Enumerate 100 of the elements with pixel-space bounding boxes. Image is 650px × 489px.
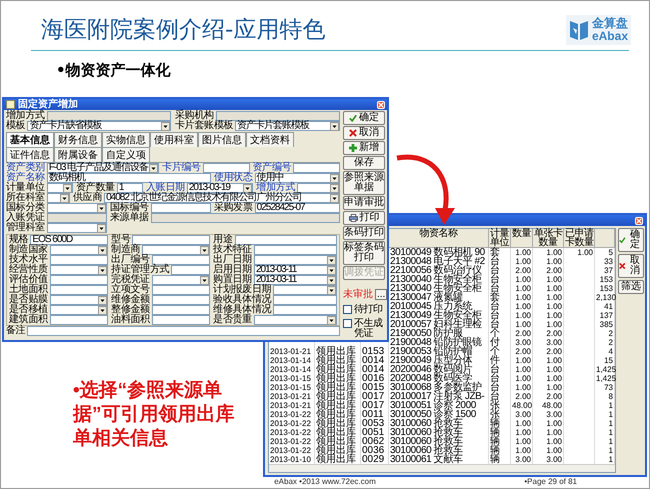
- tab[interactable]: 自定义项: [102, 147, 150, 162]
- close-button[interactable]: [377, 100, 385, 108]
- tab[interactable]: 使用科室: [150, 132, 198, 147]
- slide-title: 海医附院案例介绍-应用特色: [41, 16, 326, 45]
- input-field[interactable]: 1: [116, 183, 144, 193]
- dropdown-field[interactable]: [46, 223, 107, 233]
- input-field[interactable]: [273, 295, 337, 305]
- close-icon: [349, 129, 357, 137]
- toolbar-button[interactable]: 保存: [343, 156, 385, 170]
- dropdown-field[interactable]: [273, 285, 337, 295]
- dropdown-field[interactable]: 使用中: [254, 173, 340, 183]
- dropdown-field[interactable]: 2013-03-19: [186, 183, 254, 193]
- input-field[interactable]: EOS 600D: [30, 235, 108, 245]
- input-field[interactable]: [152, 305, 210, 315]
- input-field[interactable]: 数码相机: [46, 173, 211, 183]
- field-label: 技术水平: [9, 255, 48, 265]
- column-header[interactable]: 计量单位: [489, 229, 511, 248]
- tab[interactable]: 实物信息: [102, 132, 150, 147]
- input-field[interactable]: [152, 255, 210, 265]
- dropdown-field[interactable]: [297, 183, 340, 193]
- dropdown-field[interactable]: [50, 245, 108, 255]
- dialog-button[interactable]: 取消: [618, 254, 644, 278]
- toolbar-button[interactable]: 申请审批: [343, 196, 385, 210]
- table-cell: 1.00: [511, 446, 533, 455]
- dropdown-field[interactable]: [152, 275, 210, 285]
- toolbar-button[interactable]: 取消: [343, 126, 385, 140]
- dropdown-field[interactable]: [142, 245, 210, 255]
- table-cell: 1.00: [533, 365, 564, 374]
- dialog-button[interactable]: 确定: [618, 228, 644, 252]
- tab[interactable]: 财务信息: [54, 132, 102, 147]
- table-cell: 台: [489, 302, 511, 311]
- browse-button[interactable]: ...: [375, 288, 388, 300]
- tab[interactable]: 附属设备: [54, 147, 102, 162]
- toolbar-button[interactable]: 条码打印: [343, 226, 385, 240]
- column-header[interactable]: 已申请卡数量: [564, 229, 595, 248]
- dropdown-field[interactable]: [50, 295, 108, 305]
- table-cell: 0014: [361, 365, 389, 374]
- dropdown-field[interactable]: [50, 305, 108, 315]
- tab[interactable]: 文档资料: [246, 132, 294, 147]
- dropdown-field[interactable]: [46, 193, 70, 203]
- field-label: 资产类别: [6, 163, 45, 173]
- input-field[interactable]: [254, 245, 337, 255]
- table-cell: 领用出库: [315, 401, 361, 410]
- toolbar-button[interactable]: 参照来源单据: [343, 171, 385, 195]
- table-cell: 2: [595, 338, 615, 347]
- toolbar-button[interactable]: 打印: [343, 211, 385, 225]
- dropdown-field[interactable]: [46, 203, 107, 213]
- input-field[interactable]: [171, 265, 210, 275]
- column-header[interactable]: 单张卡数量: [533, 229, 564, 248]
- tab[interactable]: 图片信息: [198, 132, 246, 147]
- table-cell: 付: [489, 338, 511, 347]
- column-header[interactable]: 物资名称: [389, 229, 489, 248]
- dropdown-field[interactable]: F-03 电子产品及通信设备: [46, 163, 160, 173]
- toolbar-button[interactable]: 标签条码打印: [343, 241, 385, 265]
- input-field[interactable]: [27, 326, 340, 336]
- input-field[interactable]: [50, 275, 108, 285]
- table-cell: 153: [595, 275, 615, 284]
- field-label: 制造商: [111, 245, 140, 255]
- input-field[interactable]: [50, 255, 108, 265]
- input-field[interactable]: [150, 203, 211, 213]
- close-button[interactable]: [635, 216, 643, 224]
- input-field[interactable]: [152, 295, 210, 305]
- table-cell: 21900049 压型分体: [389, 356, 489, 365]
- input-field[interactable]: [132, 235, 210, 245]
- dropdown-field[interactable]: 04082 北京世纪金源信息技术有限公司广州分公司: [104, 193, 340, 203]
- table-cell: 2.00: [511, 329, 533, 338]
- table-cell: 1.00: [511, 437, 533, 446]
- input-field[interactable]: [202, 163, 250, 173]
- toolbar-button[interactable]: 确定: [343, 111, 385, 125]
- tab[interactable]: 证件信息: [6, 147, 54, 162]
- input-field[interactable]: 02528425-07: [254, 203, 340, 213]
- input-field[interactable]: [152, 285, 210, 295]
- toolbar-button[interactable]: 新增: [343, 141, 385, 155]
- dropdown-field[interactable]: 资产卡片套账模板: [235, 121, 340, 131]
- field-label: 技术特征: [213, 245, 252, 255]
- column-header[interactable]: 数量: [511, 229, 533, 248]
- input-field[interactable]: [273, 305, 337, 315]
- dropdown-field[interactable]: 2013-03-11: [254, 275, 337, 285]
- scrollbar[interactable]: [269, 464, 615, 472]
- dropdown-field[interactable]: 2013-03-11: [254, 265, 337, 275]
- header-cell: [595, 229, 615, 248]
- logo-text: 金算盘: [592, 17, 628, 30]
- dropdown-field[interactable]: 资产卡片缺省模板: [27, 121, 171, 131]
- dropdown-field[interactable]: [254, 255, 337, 265]
- checkbox[interactable]: [343, 305, 352, 314]
- dropdown-field[interactable]: [50, 265, 108, 275]
- input-field[interactable]: [50, 285, 108, 295]
- dialog-button[interactable]: 筛选: [618, 280, 644, 294]
- table-cell: 1.00: [533, 374, 564, 383]
- input-field[interactable]: [293, 163, 340, 173]
- table-cell: 20200046 数码阅片: [389, 365, 489, 374]
- table-cell: 个: [489, 329, 511, 338]
- tab[interactable]: 基本信息: [6, 132, 54, 147]
- input-field[interactable]: [234, 235, 337, 245]
- dropdown-field[interactable]: [254, 315, 337, 325]
- input-field[interactable]: [152, 315, 210, 325]
- dropdown-field[interactable]: [46, 183, 73, 193]
- input-field[interactable]: [50, 315, 108, 325]
- table-cell: 2013-01-14: [269, 365, 315, 374]
- checkbox[interactable]: [343, 319, 352, 328]
